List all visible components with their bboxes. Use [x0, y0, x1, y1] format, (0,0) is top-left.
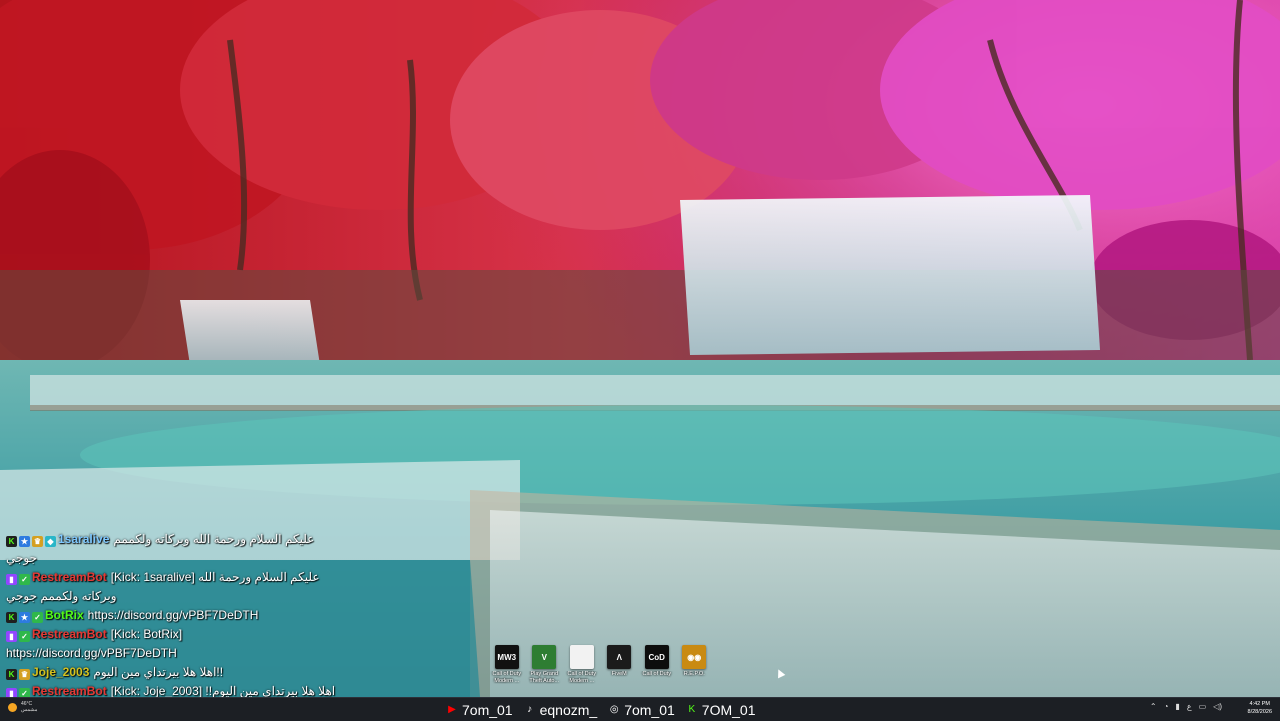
chat-text: !!اهلا هلا بيرتداي مين اليوم [93, 665, 224, 679]
desktop-shortcut-label: Call of Duty Modern ... [492, 671, 521, 684]
display-icon[interactable]: ▭ [1199, 702, 1207, 711]
clock[interactable]: 4:42 PM 8/28/2026 [1248, 700, 1272, 716]
chat-text: [Kick: Joje_2003] !!اهلا هلا بيرتداي مين… [110, 684, 336, 698]
taskbar-app-label: 7om_01 [624, 701, 675, 718]
app-icon: V [532, 645, 557, 669]
instagram-icon: ◎ [609, 704, 619, 715]
desktop-shortcut-label: Call of Duty [642, 671, 671, 677]
chat-text: https://discord.gg/vPBF7DeDTH [87, 608, 259, 622]
weather-condition: مشمس [21, 707, 38, 713]
stream-chat-overlay: K ★ ♛ ◆ 1saralive عليكم السلام ورحمة الله وبر… [6, 530, 336, 701]
crown-badge-icon: ♛ [19, 669, 30, 680]
taskbar-app-label: 7OM_01 [701, 701, 756, 718]
tiktok-icon: ♪ [527, 704, 533, 715]
app-icon: ◉◉ [682, 645, 707, 669]
kick-badge-icon: K [6, 536, 17, 547]
subscriber-badge-icon: ★ [19, 536, 30, 547]
app-icon: MW3 [494, 645, 519, 669]
desktop-shortcut[interactable]: CoD Call of Duty [638, 645, 676, 684]
desktop-shortcut-label: Play Grand Theft Auto... [529, 671, 560, 684]
desktop-shortcut[interactable]: MW3 Call of Duty Modern ... [488, 645, 526, 684]
verified-badge-icon: ✓ [19, 574, 30, 585]
taskbar-apps: ▶ 7om_01 ♪ eqnozm_ ◎ 7om_01 K 7OM_01 [442, 698, 758, 721]
chat-username: BotRix [45, 608, 84, 622]
twitch-badge-icon: ▮ [6, 574, 17, 585]
verified-badge-icon: ✓ [32, 612, 43, 623]
subscriber-badge-icon: ★ [19, 612, 30, 623]
chevron-up-icon[interactable]: ⌃ [1150, 702, 1157, 711]
gem-badge-icon: ◆ [45, 536, 56, 547]
chat-message: K ♛ Joje_2003 !!اهلا هلا بيرتداي مين اليوم [6, 663, 336, 682]
app-icon [569, 645, 594, 669]
taskbar: 46°C مشمس ▶ 7om_01 ♪ eqnozm_ ◎ 7om_01 K 7OM_01 … [0, 697, 1280, 721]
chat-username: Joje_2003 [32, 665, 90, 679]
clock-date: 8/28/2026 [1247, 709, 1272, 715]
system-tray: ⌃ ◔ ▮ ع ▭ ◁) [1150, 702, 1222, 711]
chat-message: ▮ ✓ RestreamBot [Kick: BotRix] https://disc… [6, 625, 336, 663]
chat-username: RestreamBot [32, 627, 107, 641]
clock-time: 4:42 PM [1249, 701, 1270, 707]
chat-message: ▮ ✓ RestreamBot [Kick: 1saralive] عليكم الس… [6, 568, 336, 606]
desktop-shortcut[interactable]: ◉◉ R.E.P.O. [676, 645, 714, 684]
app-icon: Λ [607, 645, 632, 669]
youtube-icon: ▶ [448, 704, 456, 715]
chat-username: RestreamBot [32, 570, 107, 584]
taskbar-app-label: eqnozm_ [539, 701, 598, 718]
sun-icon [8, 702, 17, 712]
desktop-shortcut[interactable]: Λ FiveM [601, 645, 639, 684]
desktop-icons: MW3 Call of Duty Modern ... V Play Grand Th… [488, 645, 713, 684]
taskbar-app[interactable]: ◎ 7om_01 [604, 699, 678, 720]
kick-icon: K [688, 704, 696, 715]
microphone-icon[interactable]: ▮ [1175, 702, 1179, 711]
desktop-shortcut-label: Call of Duty Modern ... [567, 671, 596, 684]
chat-message: K ★ ✓ BotRix https://discord.gg/vPBF7DeDTH [6, 606, 336, 625]
chat-username: 1saralive [58, 532, 110, 546]
taskbar-app-label: 7om_01 [462, 701, 513, 718]
chat-username: RestreamBot [32, 684, 107, 698]
chat-message: K ★ ♛ ◆ 1saralive عليكم السلام ورحمة الله وبر… [6, 530, 336, 568]
desktop-shortcut-label: FiveM [611, 671, 627, 677]
twitch-badge-icon: ▮ [6, 631, 17, 642]
network-icon[interactable]: ◔ [1164, 702, 1169, 711]
desktop-shortcut[interactable]: V Play Grand Theft Auto... [526, 645, 564, 684]
kick-badge-icon: K [6, 669, 17, 680]
desktop-shortcut-label: R.E.P.O. [683, 671, 705, 677]
app-icon: CoD [644, 645, 669, 669]
taskbar-app[interactable]: ♪ eqnozm_ [520, 699, 601, 720]
volume-icon[interactable]: ◁) [1213, 702, 1222, 711]
language-indicator[interactable]: ع [1187, 702, 1192, 711]
crown-badge-icon: ♛ [32, 536, 43, 547]
desktop-shortcut[interactable]: Call of Duty Modern ... [563, 645, 601, 684]
taskbar-app[interactable]: K 7OM_01 [682, 699, 759, 720]
taskbar-app[interactable]: ▶ 7om_01 [442, 699, 516, 720]
weather-widget[interactable]: 46°C مشمس [8, 701, 37, 713]
verified-badge-icon: ✓ [19, 631, 30, 642]
kick-badge-icon: K [6, 612, 17, 623]
